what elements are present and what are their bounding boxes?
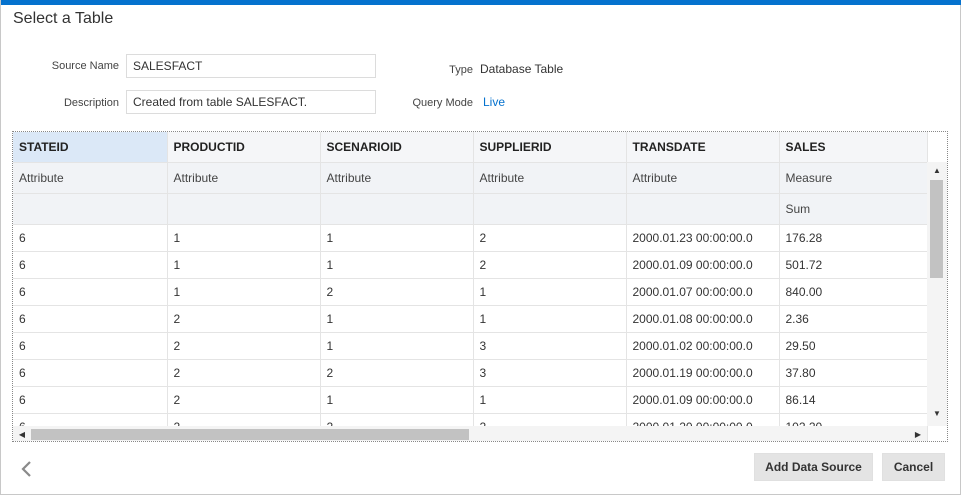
column-header[interactable]: SUPPLIERID	[473, 132, 627, 163]
table-cell[interactable]: 2000.01.09 00:00:00.0	[626, 251, 780, 279]
table-cell[interactable]: 2000.01.07 00:00:00.0	[626, 278, 780, 306]
aggregation-cell[interactable]	[473, 193, 627, 225]
aggregation-cell[interactable]	[626, 193, 780, 225]
column-header[interactable]: SCENARIOID	[320, 132, 474, 163]
table-cell[interactable]: 3	[473, 359, 627, 387]
data-preview-grid: STATEID PRODUCTID SCENARIOID SUPPLIERID …	[12, 131, 948, 442]
table-cell[interactable]: 840.00	[779, 278, 928, 306]
table-cell[interactable]: 3	[473, 332, 627, 360]
dialog-title: Select a Table	[13, 10, 114, 27]
table-row[interactable]: 6 1 2 1 2000.01.07 00:00:00.0 840.00	[13, 278, 928, 306]
table-cell[interactable]: 2000.01.08 00:00:00.0	[626, 305, 780, 333]
table-cell[interactable]: 2	[473, 251, 627, 279]
table-cell[interactable]: 1	[320, 332, 474, 360]
table-cell[interactable]: 2	[167, 305, 321, 333]
query-mode-label: Query Mode	[412, 97, 473, 109]
table-row[interactable]: 6 1 1 2 2000.01.23 00:00:00.0 176.28	[13, 224, 928, 252]
type-value: Database Table	[480, 62, 564, 76]
description-input[interactable]: Created from table SALESFACT.	[126, 90, 376, 114]
table-row[interactable]: 6 1 1 2 2000.01.09 00:00:00.0 501.72	[13, 251, 928, 279]
table-cell[interactable]: 6	[13, 305, 168, 333]
table-cell[interactable]: 2	[167, 359, 321, 387]
table-cell[interactable]: 6	[13, 278, 168, 306]
aggregation-cell[interactable]	[167, 193, 321, 225]
horizontal-scroll-thumb[interactable]	[31, 429, 469, 440]
table-row[interactable]: 6 2 1 1 2000.01.09 00:00:00.0 86.14	[13, 386, 928, 414]
column-type[interactable]: Attribute	[626, 162, 780, 194]
chevron-left-icon[interactable]	[17, 459, 37, 479]
table-cell[interactable]: 2000.01.19 00:00:00.0	[626, 359, 780, 387]
cancel-button[interactable]: Cancel	[882, 453, 945, 481]
triangle-left-icon[interactable]: ◀	[16, 430, 28, 439]
table-cell[interactable]: 176.28	[779, 224, 928, 252]
table-cell[interactable]: 6	[13, 359, 168, 387]
table-cell[interactable]: 1	[473, 386, 627, 414]
table-cell[interactable]: 37.80	[779, 359, 928, 387]
column-type[interactable]: Attribute	[13, 162, 168, 194]
column-type-row: Attribute Attribute Attribute Attribute …	[13, 162, 928, 194]
table-cell[interactable]: 1	[167, 278, 321, 306]
table-cell[interactable]: 2	[320, 359, 474, 387]
table-cell[interactable]: 86.14	[779, 386, 928, 414]
table-cell[interactable]: 6	[13, 386, 168, 414]
table-cell[interactable]: 1	[320, 386, 474, 414]
column-header[interactable]: STATEID	[13, 132, 168, 163]
table-cell[interactable]: 2	[167, 386, 321, 414]
description-label: Description	[63, 97, 119, 109]
triangle-up-icon[interactable]: ▲	[931, 166, 943, 175]
table-cell[interactable]: 6	[13, 224, 168, 252]
aggregation-cell[interactable]	[320, 193, 474, 225]
column-type[interactable]: Attribute	[473, 162, 627, 194]
table-cell[interactable]: 2	[473, 224, 627, 252]
vertical-scrollbar[interactable]: ▲ ▼	[927, 162, 947, 426]
table-cell[interactable]: 1	[320, 305, 474, 333]
table-row[interactable]: 6 2 2 3 2000.01.19 00:00:00.0 37.80	[13, 359, 928, 387]
table-cell[interactable]: 2000.01.23 00:00:00.0	[626, 224, 780, 252]
triangle-right-icon[interactable]: ▶	[912, 430, 924, 439]
horizontal-scrollbar[interactable]: ◀ ▶	[13, 426, 927, 441]
triangle-down-icon[interactable]: ▼	[931, 409, 943, 418]
aggregation-cell[interactable]: Sum	[779, 193, 928, 225]
query-mode-link[interactable]: Live	[483, 95, 505, 109]
table-cell[interactable]: 1	[473, 278, 627, 306]
table-row[interactable]: 6 2 1 1 2000.01.08 00:00:00.0 2.36	[13, 305, 928, 333]
source-name-input[interactable]: SALESFACT	[126, 54, 376, 78]
table-cell[interactable]: 1	[167, 251, 321, 279]
table-cell[interactable]: 1	[320, 224, 474, 252]
select-table-dialog: Select a Table Source Name SALESFACT Des…	[0, 0, 961, 495]
column-header[interactable]: SALES	[779, 132, 928, 163]
table-cell[interactable]: 2	[320, 278, 474, 306]
type-label: Type	[449, 64, 473, 76]
table-cell[interactable]: 1	[320, 251, 474, 279]
column-type[interactable]: Attribute	[167, 162, 321, 194]
column-type[interactable]: Measure	[779, 162, 928, 194]
vertical-scroll-thumb[interactable]	[930, 180, 943, 278]
table-cell[interactable]: 6	[13, 332, 168, 360]
add-data-source-button[interactable]: Add Data Source	[754, 453, 873, 481]
table-cell[interactable]: 1	[167, 224, 321, 252]
aggregation-cell[interactable]	[13, 193, 168, 225]
table-cell[interactable]: 501.72	[779, 251, 928, 279]
table-cell[interactable]: 2000.01.09 00:00:00.0	[626, 386, 780, 414]
table-cell[interactable]: 2.36	[779, 305, 928, 333]
column-header[interactable]: TRANSDATE	[626, 132, 780, 163]
column-header-row: STATEID PRODUCTID SCENARIOID SUPPLIERID …	[13, 132, 928, 163]
table-cell[interactable]: 29.50	[779, 332, 928, 360]
table-row[interactable]: 6 2 1 3 2000.01.02 00:00:00.0 29.50	[13, 332, 928, 360]
table-cell[interactable]: 6	[13, 251, 168, 279]
dialog-accent-bar	[1, 0, 961, 5]
aggregation-row: Sum	[13, 193, 928, 225]
column-type[interactable]: Attribute	[320, 162, 474, 194]
column-header[interactable]: PRODUCTID	[167, 132, 321, 163]
table-cell[interactable]: 2000.01.02 00:00:00.0	[626, 332, 780, 360]
source-name-label: Source Name	[51, 60, 119, 72]
table-cell[interactable]: 2	[167, 332, 321, 360]
data-table: STATEID PRODUCTID SCENARIOID SUPPLIERID …	[13, 132, 928, 441]
table-cell[interactable]: 1	[473, 305, 627, 333]
